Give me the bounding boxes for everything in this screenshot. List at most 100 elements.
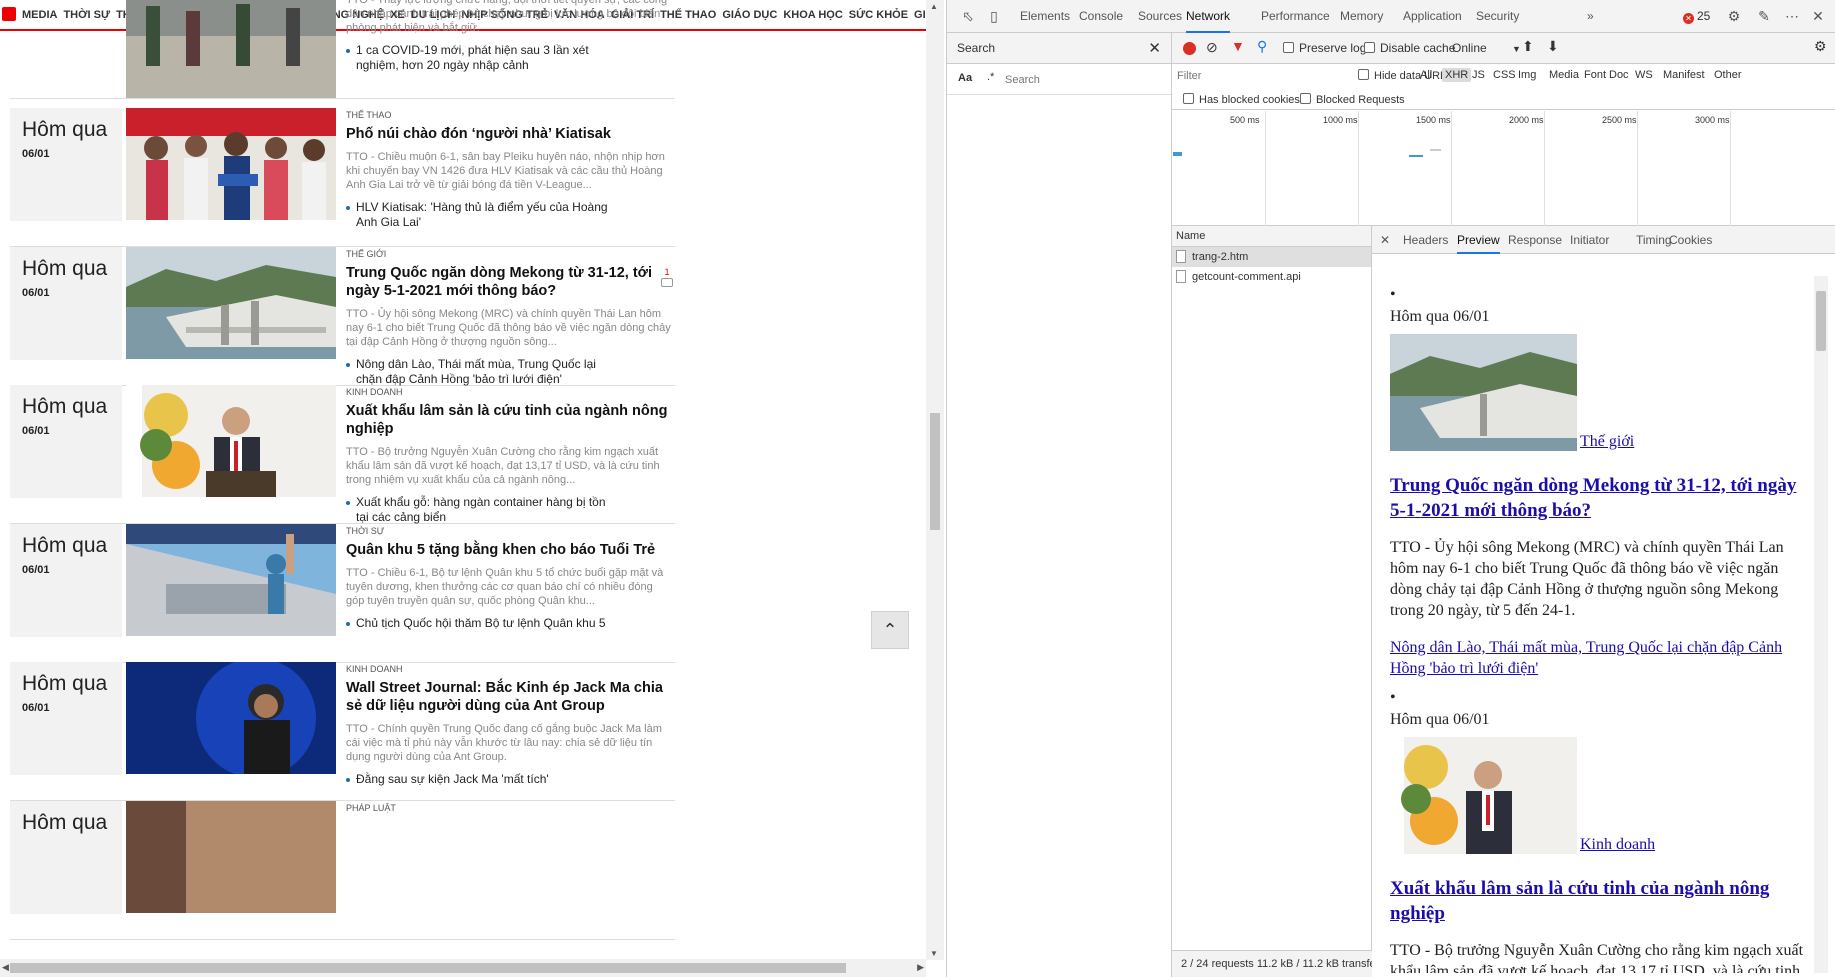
scroll-down-arrow-icon[interactable]: ▼ [930, 949, 938, 958]
preview-related-link[interactable]: Nông dân Lào, Thái mất mùa, Trung Quốc l… [1390, 637, 1804, 679]
article-category[interactable]: THẾ GIỚI [346, 249, 671, 259]
export-har-icon[interactable]: ⬇ [1547, 38, 1559, 55]
tab-application[interactable]: Application [1403, 0, 1462, 33]
close-search-icon[interactable]: ✕ [1148, 33, 1161, 64]
detail-tab-initiator[interactable]: Initiator [1570, 226, 1609, 254]
error-counter[interactable]: ✕ 25 [1683, 9, 1710, 24]
article-thumbnail[interactable] [126, 247, 336, 360]
filter-type-doc[interactable]: Doc [1606, 68, 1632, 82]
article-thumbnail[interactable] [126, 0, 336, 98]
scrollbar-thumb[interactable] [1816, 291, 1826, 351]
related-link[interactable]: Chủ tịch Quốc hội thăm Bộ tư lệnh Quân k… [346, 616, 616, 631]
name-column-header[interactable]: Name [1172, 226, 1371, 247]
filter-type-other[interactable]: Other [1711, 68, 1745, 82]
tab-security[interactable]: Security [1476, 0, 1519, 33]
article-title[interactable]: Wall Street Journal: Bắc Kinh ép Jack Ma… [346, 679, 671, 715]
has-blocked-cookies-checkbox[interactable]: Has blocked cookies [1180, 92, 1303, 107]
related-link[interactable]: HLV Kiatisak: 'Hàng thủ là điểm yếu của … [346, 200, 616, 230]
scrollbar-thumb[interactable] [930, 413, 940, 530]
related-link[interactable]: Đằng sau sự kiện Jack Ma 'mất tích' [346, 772, 616, 787]
nav-item-13[interactable]: KHOA HỌC [783, 0, 842, 29]
search-icon[interactable]: ⚲ [1257, 38, 1267, 55]
scroll-up-arrow-icon[interactable]: ▲ [930, 2, 938, 11]
preview-title-link[interactable]: Xuất khẩu lâm sản là cứu tinh của ngành … [1390, 876, 1804, 926]
related-link[interactable]: Xuất khẩu gỗ: hàng ngàn container hàng b… [346, 495, 616, 525]
network-settings-gear-icon[interactable]: ⚙ [1814, 38, 1827, 55]
article-title[interactable]: Xuất khẩu lâm sản là cứu tinh của ngành … [346, 402, 671, 438]
close-detail-icon[interactable]: ✕ [1380, 226, 1390, 254]
tab-memory[interactable]: Memory [1340, 0, 1383, 33]
comment-count[interactable]: 1 [661, 267, 673, 287]
more-tabs-button[interactable]: » [1587, 0, 1594, 33]
regex-toggle[interactable]: .* [987, 71, 994, 83]
close-devtools-icon[interactable]: ✕ [1809, 7, 1827, 25]
filter-type-js[interactable]: JS [1469, 68, 1488, 82]
article-category[interactable]: KINH DOANH [346, 387, 671, 397]
article-title[interactable]: Quân khu 5 tặng bằng khen cho báo Tuổi T… [346, 541, 671, 559]
filter-type-ws[interactable]: WS [1632, 68, 1656, 82]
related-link[interactable]: 1 ca COVID-19 mới, phát hiện sau 3 lần x… [346, 43, 616, 73]
back-to-top-button[interactable]: ⌃ [871, 611, 909, 649]
preview-scrollbar[interactable] [1814, 276, 1828, 973]
filter-type-xhr[interactable]: XHR [1442, 68, 1472, 82]
nav-item-14[interactable]: SỨC KHỎE [849, 0, 908, 29]
scroll-left-arrow-icon[interactable]: ◀ [2, 962, 9, 973]
filter-type-manifest[interactable]: Manifest [1660, 68, 1708, 82]
preview-category-link[interactable]: Thế giới [1580, 433, 1634, 450]
detail-tab-timing[interactable]: Timing [1636, 226, 1672, 254]
disable-cache-checkbox[interactable]: Disable cache [1364, 40, 1455, 57]
detail-tab-headers[interactable]: Headers [1403, 226, 1448, 254]
inspect-element-icon[interactable]: ⬁ [959, 7, 977, 25]
settings-gear-icon[interactable]: ⚙ [1725, 7, 1743, 25]
tab-network[interactable]: Network [1186, 0, 1231, 33]
filter-input[interactable] [1174, 66, 1349, 86]
nav-item-12[interactable]: GIÁO DỤC [722, 0, 777, 29]
detail-tab-preview[interactable]: Preview [1457, 226, 1500, 254]
record-button[interactable] [1183, 42, 1196, 55]
article-thumbnail[interactable] [126, 108, 336, 221]
preview-title-link[interactable]: Trung Quốc ngăn dòng Mekong từ 31-12, tớ… [1390, 473, 1804, 523]
preserve-log-checkbox[interactable]: Preserve log [1283, 40, 1366, 57]
clear-icon[interactable]: ⊘ [1206, 39, 1218, 56]
device-toolbar-icon[interactable]: ▯ [985, 7, 1003, 25]
article-sapo: TTO - Chiều muộn 6-1, sân bay Pleiku huy… [346, 151, 665, 191]
throttling-select[interactable]: Online ▼ [1452, 40, 1521, 58]
preview-category-link[interactable]: Kinh doanh [1580, 836, 1655, 853]
request-row[interactable]: getcount-comment.api [1172, 267, 1371, 287]
article-title[interactable]: Phố núi chào đón ‘người nhà’ Kiatisak [346, 125, 671, 143]
request-row[interactable]: trang-2.htm [1172, 247, 1371, 267]
page-vertical-scrollbar[interactable]: ▲ ▼ [926, 0, 944, 960]
tab-performance[interactable]: Performance [1261, 0, 1330, 33]
filter-icon[interactable]: ▼ [1231, 38, 1245, 55]
article-category[interactable]: THỂ THAO [346, 110, 671, 120]
tab-elements[interactable]: Elements [1020, 0, 1070, 33]
page-horizontal-scrollbar[interactable]: ◀ ▶ [0, 959, 926, 977]
network-overview-timeline[interactable]: 500 ms 1000 ms 1500 ms 2000 ms 2500 ms 3000 m… [1172, 111, 1835, 226]
scroll-right-arrow-icon[interactable]: ▶ [917, 962, 924, 973]
tab-console[interactable]: Console [1079, 0, 1123, 33]
article-thumbnail[interactable] [126, 385, 336, 498]
filter-type-media[interactable]: Media [1546, 68, 1582, 82]
related-link[interactable]: Nông dân Lào, Thái mất mùa, Trung Quốc l… [346, 357, 616, 387]
detail-tab-cookies[interactable]: Cookies [1669, 226, 1712, 254]
article-category[interactable]: PHÁP LUẬT [346, 803, 671, 813]
feedback-icon[interactable]: ✎ [1755, 7, 1773, 25]
more-options-icon[interactable]: ⋯ [1783, 7, 1801, 25]
filter-type-font[interactable]: Font [1581, 68, 1609, 82]
filter-type-img[interactable]: Img [1515, 68, 1539, 82]
match-case-toggle[interactable]: Aa [958, 72, 972, 84]
hide-data-urls-checkbox[interactable]: Hide data URLs [1355, 68, 1455, 83]
article-thumbnail[interactable] [126, 524, 336, 637]
article-category[interactable]: THỜI SỰ [346, 526, 671, 536]
blocked-requests-checkbox[interactable]: Blocked Requests [1297, 92, 1408, 107]
article-category[interactable]: KINH DOANH [346, 664, 671, 674]
scrollbar-thumb[interactable] [10, 963, 846, 973]
tab-sources[interactable]: Sources [1138, 0, 1182, 33]
article-thumbnail[interactable] [126, 801, 336, 914]
import-har-icon[interactable]: ⬆ [1522, 38, 1534, 55]
search-input[interactable] [1005, 70, 1165, 89]
filter-type-all[interactable]: All [1417, 68, 1435, 82]
detail-tab-response[interactable]: Response [1508, 226, 1562, 254]
article-title[interactable]: Trung Quốc ngăn dòng Mekong từ 31-12, tớ… [346, 264, 671, 300]
article-thumbnail[interactable] [126, 662, 336, 775]
